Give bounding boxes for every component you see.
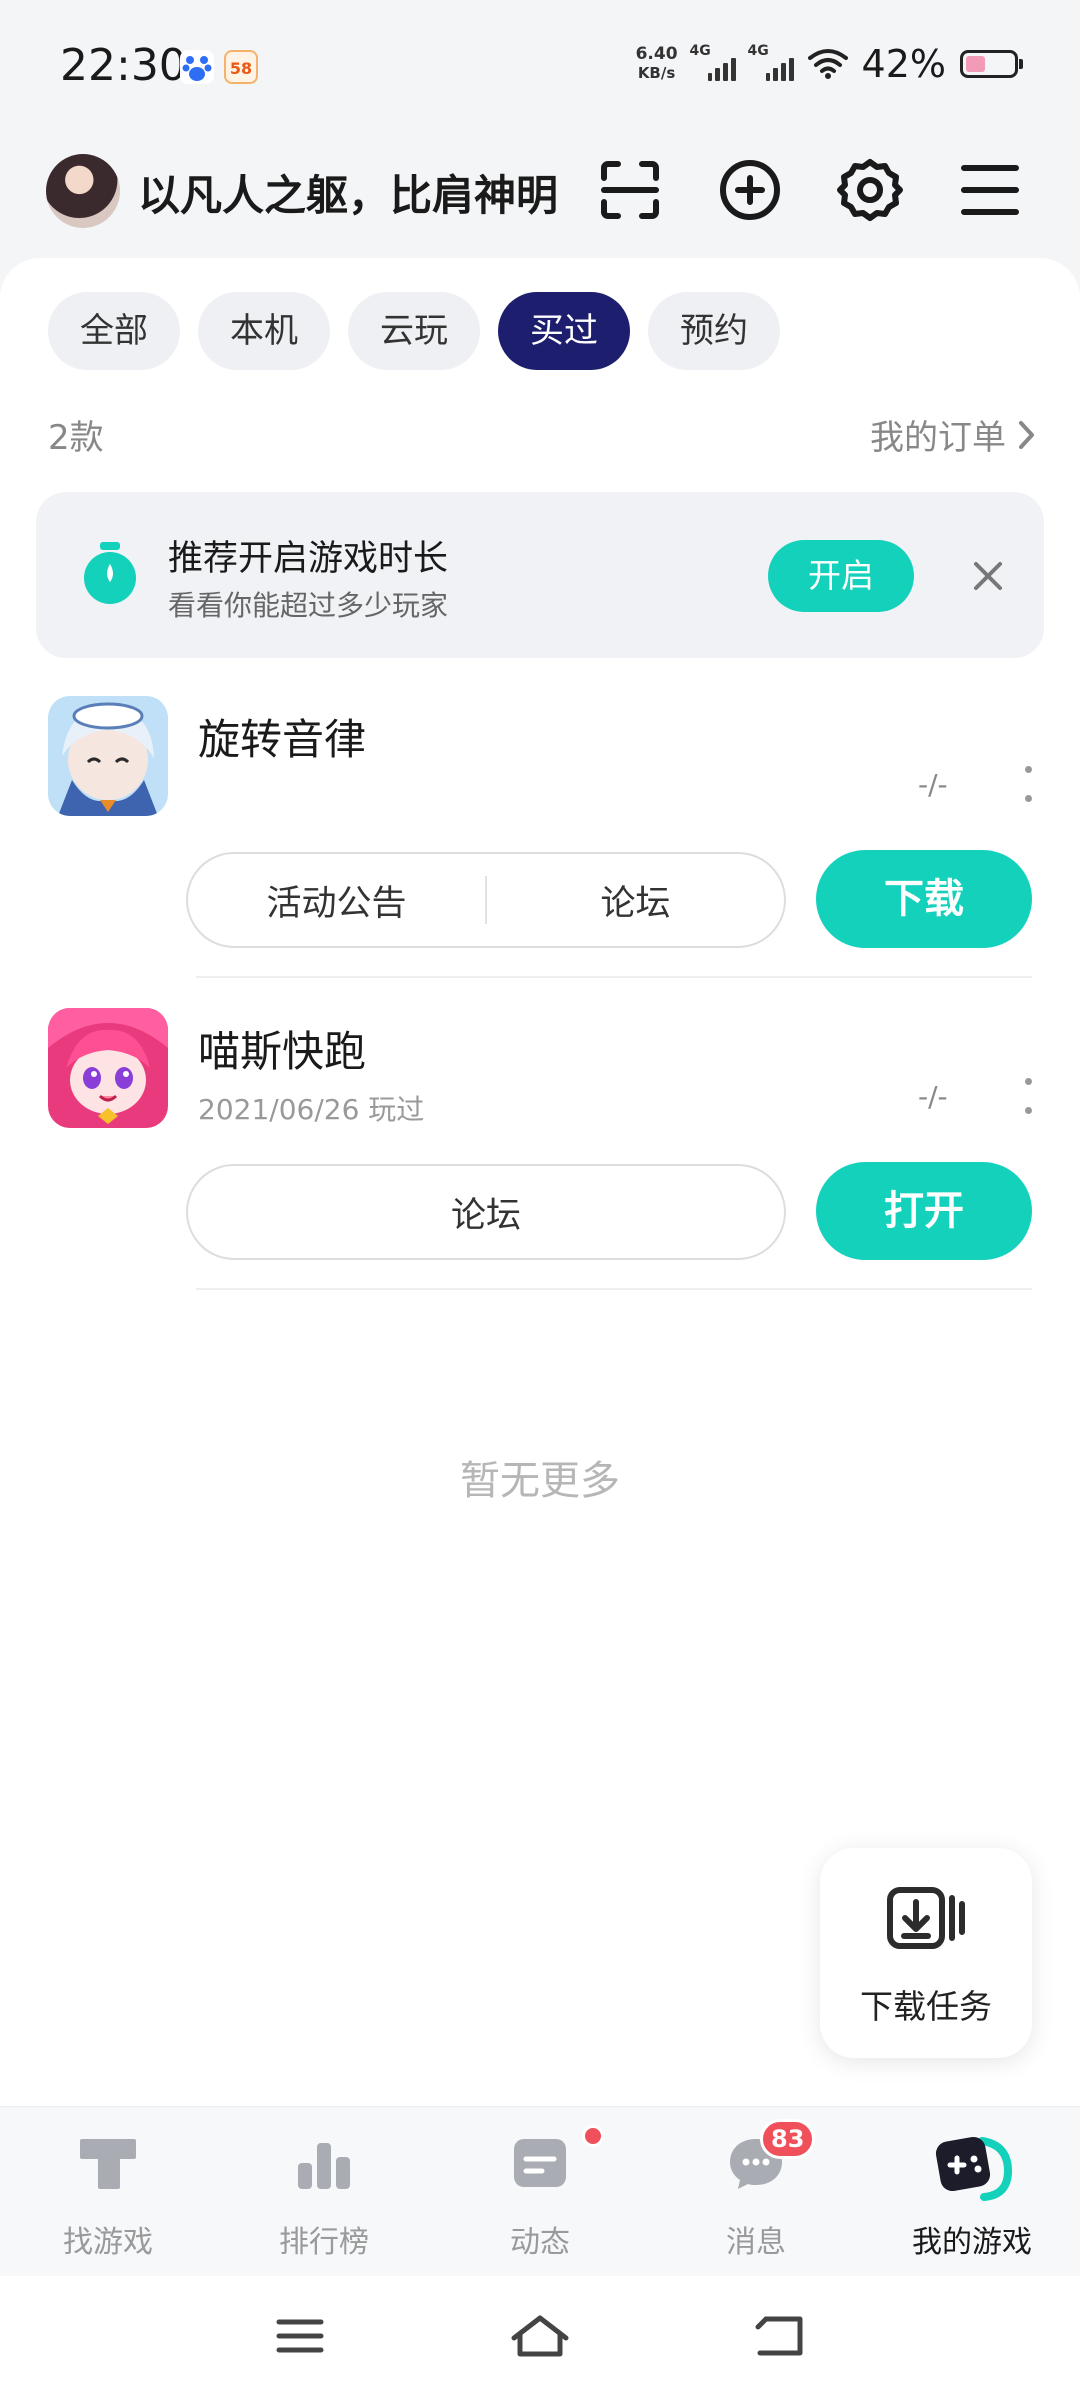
feed-icon (508, 2131, 572, 2199)
divider (196, 1288, 1032, 1290)
game-icon[interactable] (48, 696, 168, 816)
forum-button[interactable]: 论坛 (188, 1187, 784, 1238)
download-task-button[interactable]: 下载任务 (820, 1848, 1032, 2058)
avatar[interactable] (46, 154, 120, 228)
nav-label: 找游戏 (63, 2225, 153, 2260)
wifi-icon (807, 49, 848, 79)
bottom-navigation: 找游戏 排行榜 动态 83 消息 我的游戏 (0, 2106, 1080, 2276)
battery-icon (960, 50, 1023, 78)
download-task-label: 下载任务 (860, 1987, 992, 2026)
my-games-icon (932, 2131, 1013, 2207)
signal-label: 4G (747, 43, 769, 59)
open-button[interactable]: 打开 (816, 1162, 1032, 1260)
my-orders-label: 我的订单 (870, 418, 1006, 458)
download-task-icon (886, 1886, 966, 1954)
nav-label: 动态 (510, 2225, 570, 2260)
signal-icon: 4G (690, 43, 736, 81)
announcement-button[interactable]: 活动公告 (188, 875, 485, 926)
playtime-banner: 推荐开启游戏时长 看看你能超过多少玩家 开启 (36, 492, 1044, 658)
network-speed-value: 6.40 (635, 44, 678, 64)
scan-icon[interactable] (590, 150, 670, 230)
no-more-text: 暂无更多 (460, 1458, 620, 1504)
game-icon[interactable] (48, 1008, 168, 1128)
tab-local[interactable]: 本机 (198, 292, 330, 370)
network-speed: 6.40 KB/s (636, 45, 678, 83)
banner-title: 推荐开启游戏时长 (168, 539, 449, 579)
banner-subtitle: 看看你能超过多少玩家 (168, 589, 449, 622)
chevron-right-icon (1019, 420, 1034, 449)
tab-all[interactable]: 全部 (48, 292, 180, 370)
nav-ranking[interactable]: 排行榜 (216, 2107, 432, 2276)
game-actions: 活动公告 论坛 (186, 852, 786, 948)
notification-dot (582, 2125, 604, 2147)
nav-my-games[interactable]: 我的游戏 (864, 2107, 1080, 2276)
find-games-icon (76, 2131, 140, 2199)
battery-percent: 42% (861, 42, 946, 86)
menu-icon[interactable] (950, 150, 1030, 230)
username[interactable]: 以凡人之躯，比肩神明 (138, 162, 558, 223)
game-name[interactable]: 喵斯快跑 (198, 1018, 366, 1079)
game-count: 2款 (48, 418, 104, 458)
game-item: 喵斯快跑 2021/06/26 玩过 -/- 论坛 打开 (0, 1008, 1080, 1318)
divider (196, 976, 1032, 978)
stopwatch-icon (80, 540, 140, 610)
status-time: 22:30 (60, 40, 187, 91)
unread-badge: 83 (760, 2119, 816, 2159)
home-icon[interactable] (505, 2306, 575, 2366)
system-navigation-bar (0, 2276, 1080, 2400)
network-speed-unit: KB/s (637, 64, 676, 82)
close-icon[interactable] (958, 546, 1018, 606)
tab-purchased[interactable]: 买过 (498, 292, 630, 370)
nav-label: 消息 (726, 2225, 786, 2260)
game-actions: 论坛 (186, 1164, 786, 1260)
download-button[interactable]: 下载 (816, 850, 1032, 948)
battery-fill (966, 56, 986, 72)
baidu-icon (180, 50, 214, 84)
signal-icon: 4G (748, 43, 794, 81)
status-bar: 22:30 58 6.40 KB/s 4G 4G 42% (0, 0, 1080, 130)
my-orders-link[interactable]: 我的订单 (870, 410, 1036, 459)
nav-find-games[interactable]: 找游戏 (0, 2107, 216, 2276)
game-name[interactable]: 旋转音律 (198, 706, 366, 767)
add-circle-icon[interactable] (710, 150, 790, 230)
header: 以凡人之躯，比肩神明 (0, 140, 1080, 240)
filter-tabs: 全部 本机 云玩 买过 预约 (48, 292, 780, 370)
forum-button[interactable]: 论坛 (487, 875, 784, 926)
enable-button[interactable]: 开启 (768, 540, 914, 612)
more-options-icon[interactable] (1020, 1078, 1036, 1114)
game-last-played: 2021/06/26 玩过 (198, 1093, 425, 1126)
nav-feed[interactable]: 动态 (432, 2107, 648, 2276)
signal-label: 4G (689, 43, 711, 59)
tab-reserved[interactable]: 预约 (648, 292, 780, 370)
nav-label: 排行榜 (279, 2225, 369, 2260)
back-icon[interactable] (745, 2306, 815, 2366)
nav-label: 我的游戏 (912, 2225, 1032, 2260)
game-item: 旋转音律 -/- 活动公告 论坛 下载 (0, 696, 1080, 1006)
recents-icon[interactable] (265, 2306, 335, 2366)
game-score: -/- (918, 768, 948, 801)
settings-icon[interactable] (830, 150, 910, 230)
58-icon: 58 (224, 50, 258, 84)
more-options-icon[interactable] (1020, 766, 1036, 802)
ranking-icon (292, 2131, 356, 2199)
nav-messages[interactable]: 83 消息 (648, 2107, 864, 2276)
game-score: -/- (918, 1080, 948, 1113)
tab-cloud[interactable]: 云玩 (348, 292, 480, 370)
